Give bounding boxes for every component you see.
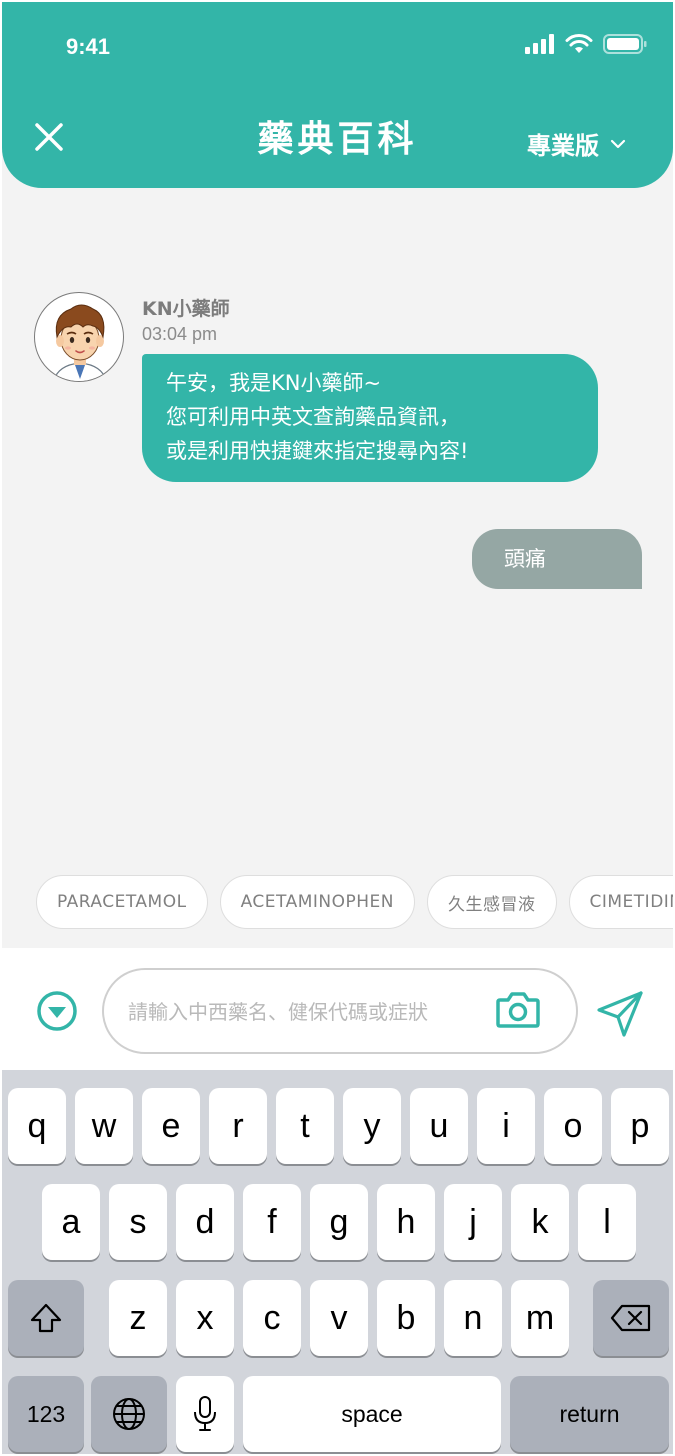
key-a[interactable]: a: [42, 1184, 100, 1260]
status-time: 9:41: [66, 34, 111, 59]
edition-dropdown[interactable]: 專業版: [527, 126, 627, 161]
return-key[interactable]: return: [510, 1376, 669, 1452]
key-j[interactable]: j: [444, 1184, 502, 1260]
wifi-icon: [565, 34, 593, 53]
key-w[interactable]: w: [75, 1088, 133, 1164]
backspace-icon: [610, 1304, 651, 1332]
quick-search-chips: PARACETAMOL ACETAMINOPHEN 久生感冒液 CIMETIDI…: [36, 875, 673, 929]
status-icons: [525, 34, 647, 54]
space-key[interactable]: space: [243, 1376, 501, 1452]
key-p[interactable]: p: [611, 1088, 669, 1164]
battery-icon: [603, 34, 647, 54]
header: 9:41 藥典百科 專業版: [2, 2, 673, 188]
signal-icon: [525, 34, 554, 54]
key-r[interactable]: r: [209, 1088, 267, 1164]
quick-chip[interactable]: PARACETAMOL: [36, 875, 208, 929]
search-input[interactable]: [128, 994, 488, 1030]
key-e[interactable]: e: [142, 1088, 200, 1164]
key-u[interactable]: u: [410, 1088, 468, 1164]
globe-key[interactable]: [91, 1376, 167, 1452]
quick-chip[interactable]: 久生感冒液: [427, 875, 557, 929]
key-y[interactable]: y: [343, 1088, 401, 1164]
key-n[interactable]: n: [444, 1280, 502, 1356]
camera-icon: [496, 992, 540, 1028]
bot-message-bubble: 午安，我是KN小藥師~ 您可利用中英文查詢藥品資訊， 或是利用快捷鍵來指定搜尋內…: [142, 354, 598, 482]
edition-label: 專業版: [527, 132, 599, 160]
key-o[interactable]: o: [544, 1088, 602, 1164]
quick-chip[interactable]: CIMETIDINE: [568, 875, 673, 929]
search-field: [102, 968, 578, 1054]
key-d[interactable]: d: [176, 1184, 234, 1260]
globe-icon: [113, 1398, 145, 1430]
send-icon: [597, 991, 643, 1037]
bot-timestamp: 03:04 pm: [142, 324, 218, 344]
quick-chip[interactable]: ACETAMINOPHEN: [219, 875, 415, 929]
key-v[interactable]: v: [310, 1280, 368, 1356]
key-g[interactable]: g: [310, 1184, 368, 1260]
pharmacist-avatar: [34, 292, 124, 382]
bot-message-line: 午安，我是KN小藥師~: [166, 371, 382, 395]
key-i[interactable]: i: [477, 1088, 535, 1164]
key-h[interactable]: h: [377, 1184, 435, 1260]
key-q[interactable]: q: [8, 1088, 66, 1164]
toggle-shortcuts-button[interactable]: [36, 990, 78, 1032]
app-screen: 9:41 藥典百科 專業版 KN小藥師 03:04 pm 午安，我是KN小藥師~…: [2, 2, 673, 1454]
toggle-down-icon: [37, 991, 77, 1031]
shift-icon: [30, 1303, 62, 1333]
numbers-key[interactable]: 123: [8, 1376, 84, 1452]
user-message-bubble: 頭痛: [472, 529, 642, 589]
dictation-key[interactable]: [176, 1376, 234, 1452]
key-s[interactable]: s: [109, 1184, 167, 1260]
key-b[interactable]: b: [377, 1280, 435, 1356]
bot-name: KN小藥師: [142, 298, 230, 320]
send-button[interactable]: [596, 990, 644, 1038]
key-c[interactable]: c: [243, 1280, 301, 1356]
microphone-icon: [194, 1396, 216, 1431]
shift-key[interactable]: [8, 1280, 84, 1356]
key-t[interactable]: t: [276, 1088, 334, 1164]
bot-message-line: 您可利用中英文查詢藥品資訊，: [166, 405, 460, 429]
key-k[interactable]: k: [511, 1184, 569, 1260]
key-m[interactable]: m: [511, 1280, 569, 1356]
key-f[interactable]: f: [243, 1184, 301, 1260]
chevron-down-icon: [610, 139, 626, 148]
backspace-key[interactable]: [593, 1280, 669, 1356]
key-z[interactable]: z: [109, 1280, 167, 1356]
input-bar: [2, 948, 673, 1070]
camera-button[interactable]: [496, 990, 540, 1030]
key-l[interactable]: l: [578, 1184, 636, 1260]
keyboard: q w e r t y u i o p a s d f g h j k l z …: [2, 1070, 673, 1454]
key-x[interactable]: x: [176, 1280, 234, 1356]
bot-message-line: 或是利用快捷鍵來指定搜尋內容!: [166, 439, 469, 463]
